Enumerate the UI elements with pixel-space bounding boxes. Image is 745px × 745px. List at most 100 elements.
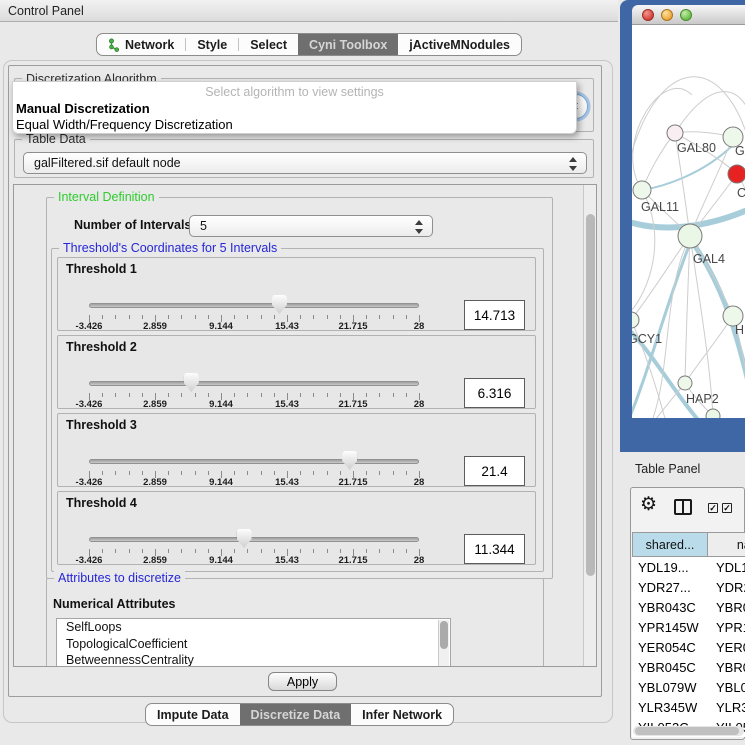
threshold-value-field[interactable]: 11.344 (464, 534, 525, 564)
network-canvas[interactable]: GAL80GALCGAL11GAL4GCY1HHAP2 (632, 25, 745, 418)
slider-tick (406, 471, 407, 475)
network-node[interactable] (667, 125, 683, 141)
table-data-select[interactable]: galFiltered.sif default node (23, 152, 587, 174)
attribute-list-item[interactable]: BetweennessCentrality (57, 652, 450, 667)
slider-tick (168, 549, 169, 553)
network-edge[interactable] (642, 133, 675, 190)
slider-tick (208, 471, 209, 475)
slider-tick-label: 28 (394, 477, 444, 488)
slider-tick (379, 315, 380, 319)
slider-tick (195, 393, 196, 397)
threshold-slider-track[interactable] (89, 537, 419, 542)
network-node[interactable] (706, 409, 720, 418)
network-node[interactable] (678, 224, 702, 248)
slider-tick (393, 471, 394, 475)
checkbox-icon[interactable]: ✓ (722, 503, 732, 513)
mac-zoom-button[interactable] (680, 9, 692, 21)
gear-icon[interactable]: ⚙ (640, 493, 657, 516)
table-cell: YER054C (632, 640, 708, 655)
table-row[interactable]: YDR27...YDR27... (632, 577, 745, 597)
network-graph: GAL80GALCGAL11GAL4GCY1HHAP2 (632, 25, 745, 418)
tab-network[interactable]: Network (97, 34, 185, 55)
slider-tick-label: 2.859 (130, 399, 180, 410)
numerical-attributes-list[interactable]: SelfLoopsTopologicalCoefficientBetweenne… (56, 618, 451, 667)
slider-tick-label: -3.426 (64, 477, 114, 488)
table-row[interactable]: YBR045CYBR045C (632, 657, 745, 677)
network-node[interactable] (633, 181, 651, 199)
threshold-slider-thumb[interactable] (272, 295, 287, 314)
network-edge[interactable] (632, 236, 690, 320)
attribute-list-item[interactable]: SelfLoops (57, 619, 450, 636)
table-row[interactable]: YDL19...YDL19... (632, 557, 745, 577)
slider-tick (181, 393, 182, 397)
network-node[interactable] (632, 312, 639, 328)
dropdown-option-equal-width[interactable]: Equal Width/Frequency Discretization (16, 117, 233, 132)
slider-tick (274, 471, 275, 475)
network-edge[interactable] (633, 88, 692, 190)
slider-tick-label: 15.43 (262, 399, 312, 410)
table-cell: YBL079W (632, 680, 708, 695)
network-node[interactable] (678, 376, 692, 390)
slider-tick (195, 549, 196, 553)
network-edge[interactable] (632, 243, 690, 418)
slider-tick (393, 315, 394, 319)
window-title: Control Panel (8, 4, 84, 18)
control-panel-titlebar: Control Panel ✕ (0, 0, 618, 22)
apply-button[interactable]: Apply (268, 672, 337, 691)
network-node[interactable] (728, 165, 745, 183)
table-column-header[interactable]: shared... (632, 532, 708, 557)
table-column-header[interactable]: name (708, 532, 745, 557)
slider-tick (102, 393, 103, 397)
attributes-list-scrollbar[interactable] (438, 620, 449, 667)
dropdown-option-manual[interactable]: Manual Discretization (16, 101, 150, 116)
tab-discretize-data[interactable]: Discretize Data (240, 704, 352, 725)
tab-infer-network[interactable]: Infer Network (351, 704, 453, 725)
table-row[interactable]: YBL079WYBL079W (632, 677, 745, 697)
threshold-slider-track[interactable] (89, 459, 419, 464)
checkbox-icon[interactable]: ✓ (708, 503, 718, 513)
slider-tick (102, 471, 103, 475)
slider-tick-label: -3.426 (64, 399, 114, 410)
tab-impute-data[interactable]: Impute Data (146, 704, 240, 725)
thresholds-fieldset-label: Threshold's Coordinates for 5 Intervals (59, 241, 281, 255)
slider-tick (340, 471, 341, 475)
table-row[interactable]: YPR145WYPR145W (632, 617, 745, 637)
number-of-intervals-select[interactable]: 5 (189, 215, 433, 237)
attribute-list-item[interactable]: TopologicalCoefficient (57, 636, 450, 653)
slider-tick (300, 549, 301, 553)
slider-tick (234, 393, 235, 397)
settings-vertical-scrollbar[interactable] (583, 185, 596, 666)
slider-tick (247, 315, 248, 319)
slider-tick (247, 393, 248, 397)
tab-select[interactable]: Select (239, 34, 298, 55)
tab-cyni-toolbox[interactable]: Cyni Toolbox (298, 34, 398, 55)
slider-tick (195, 315, 196, 319)
table-row[interactable]: YER054CYER054C (632, 637, 745, 657)
slider-tick (327, 315, 328, 319)
table-cell: YLR345W (632, 700, 708, 715)
slider-tick (274, 315, 275, 319)
threshold-slider-thumb[interactable] (184, 373, 199, 392)
mac-minimize-button[interactable] (661, 9, 673, 21)
slider-tick-label: 21.715 (328, 555, 378, 566)
tab-style[interactable]: Style (186, 34, 238, 55)
split-columns-icon[interactable] (674, 499, 692, 515)
slider-tick (366, 549, 367, 553)
mac-close-button[interactable] (642, 9, 654, 21)
table-row[interactable]: YBR043CYBR043C (632, 597, 745, 617)
slider-tick (115, 471, 116, 475)
threshold-slider-track[interactable] (89, 381, 419, 386)
slider-tick-label: 15.43 (262, 555, 312, 566)
threshold-value-field[interactable]: 14.713 (464, 300, 525, 330)
network-node-label: C (737, 186, 745, 200)
table-row[interactable]: YLR345WYLR345W (632, 697, 745, 717)
threshold-value-field[interactable]: 21.4 (464, 456, 525, 486)
table-horizontal-scrollbar[interactable] (633, 726, 744, 736)
threshold-slider-track[interactable] (89, 303, 419, 308)
threshold-slider-thumb[interactable] (342, 451, 357, 470)
threshold-value-field[interactable]: 6.316 (464, 378, 525, 408)
slider-tick (274, 393, 275, 397)
tab-jactivemnodules[interactable]: jActiveMNodules (398, 34, 521, 55)
threshold-slider-thumb[interactable] (237, 529, 252, 548)
tab-label: Style (197, 38, 227, 52)
